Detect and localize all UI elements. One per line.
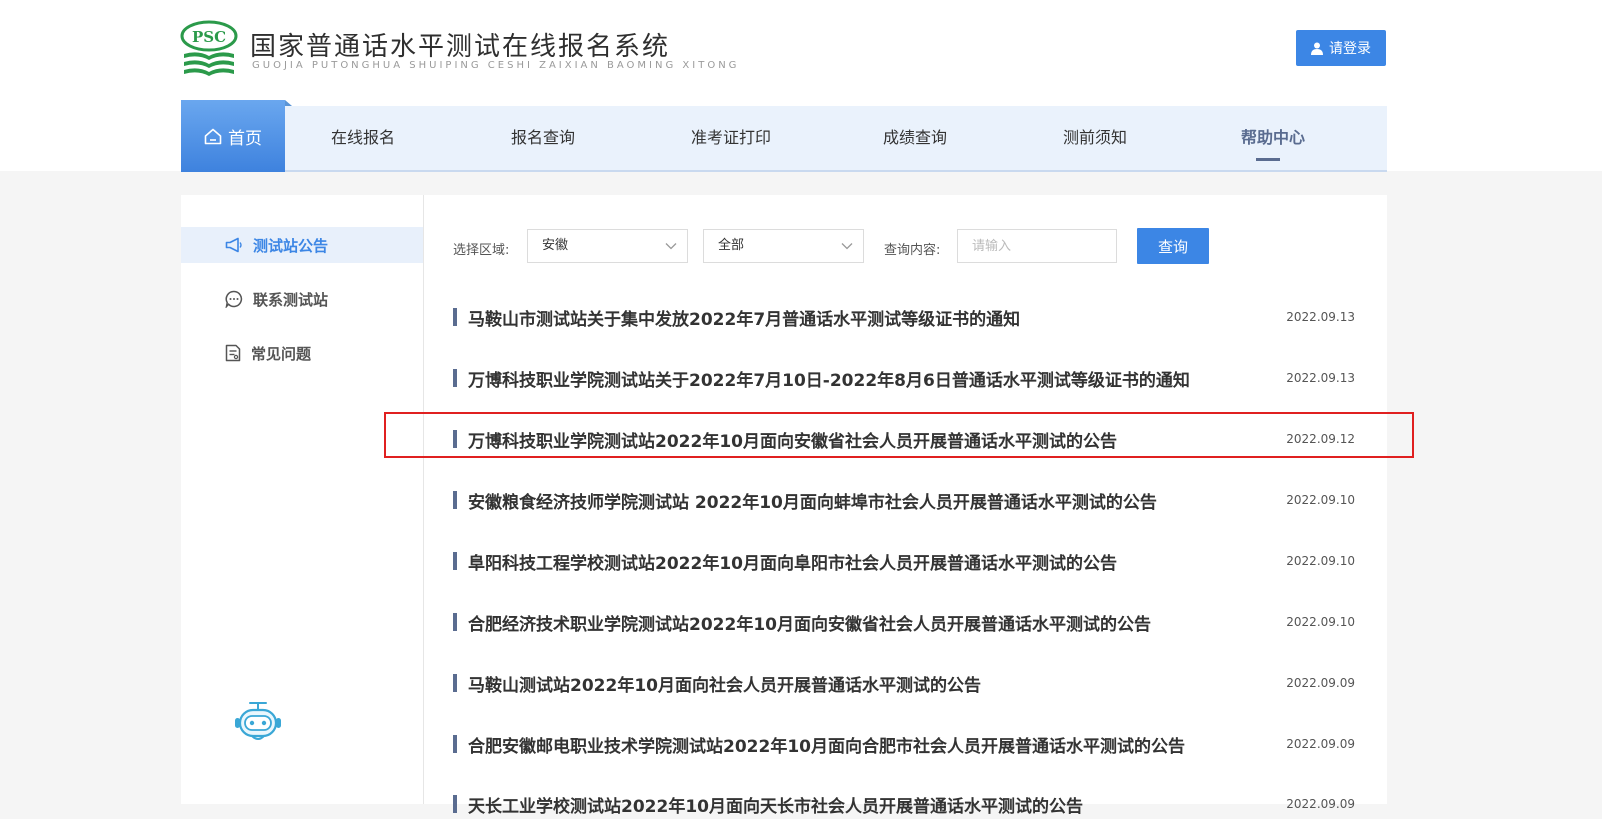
psc-logo-icon: PSC — [180, 20, 238, 76]
notice-date: 2022.09.09 — [1286, 737, 1355, 751]
notice-date: 2022.09.10 — [1286, 493, 1355, 507]
list-item[interactable]: 马鞍山测试站2022年10月面向社会人员开展普通话水平测试的公告 2022.09… — [453, 668, 1355, 698]
list-bullet — [453, 552, 457, 570]
list-bullet — [453, 613, 457, 631]
nav-admission-print[interactable]: 准考证打印 — [691, 106, 771, 170]
list-bullet — [453, 491, 457, 509]
notice-title[interactable]: 万博科技职业学院测试站关于2022年7月10日-2022年8月6日普通话水平测试… — [468, 366, 1275, 391]
notice-title[interactable]: 马鞍山测试站2022年10月面向社会人员开展普通话水平测试的公告 — [468, 671, 1275, 696]
sidebar: 测试站公告 联系测试站 常见问题 — [181, 195, 424, 804]
list-bullet — [453, 369, 457, 387]
megaphone-icon — [225, 237, 242, 253]
scope-select[interactable]: 全部 — [703, 229, 864, 263]
notice-date: 2022.09.13 — [1286, 371, 1355, 385]
home-icon — [204, 128, 222, 144]
notice-title[interactable]: 安徽粮食经济技师学院测试站 2022年10月面向蚌埠市社会人员开展普通话水平测试… — [468, 488, 1275, 513]
notice-date: 2022.09.10 — [1286, 554, 1355, 568]
region-select-value: 安徽 — [542, 238, 569, 253]
notice-date: 2022.09.10 — [1286, 615, 1355, 629]
robot-assistant-icon[interactable] — [232, 700, 284, 744]
notice-title[interactable]: 合肥安徽邮电职业技术学院测试站2022年10月面向合肥市社会人员开展普通话水平测… — [468, 732, 1275, 757]
site-logo[interactable]: PSC 国家普通话水平测试在线报名系统 GUOJIA PUTONGHUA SHU… — [180, 20, 740, 80]
query-label: 查询内容: — [884, 243, 941, 258]
list-item[interactable]: 万博科技职业学院测试站2022年10月面向安徽省社会人员开展普通话水平测试的公告… — [453, 424, 1355, 454]
sidebar-item-label: 联系测试站 — [253, 290, 329, 309]
sidebar-item-contact[interactable]: 联系测试站 — [181, 281, 423, 317]
chevron-down-icon — [841, 243, 853, 250]
nav-home-corner — [285, 100, 292, 106]
sidebar-item-label: 测试站公告 — [253, 236, 329, 255]
region-label: 选择区域: — [453, 243, 510, 258]
search-input[interactable] — [957, 229, 1117, 263]
notice-date: 2022.09.09 — [1286, 797, 1355, 811]
region-select[interactable]: 安徽 — [527, 229, 688, 263]
sidebar-item-label: 常见问题 — [251, 344, 312, 363]
notice-date: 2022.09.12 — [1286, 432, 1355, 446]
site-title: 国家普通话水平测试在线报名系统 — [250, 32, 671, 62]
chat-icon — [225, 290, 243, 308]
list-bullet — [453, 795, 457, 813]
notice-title[interactable]: 万博科技职业学院测试站2022年10月面向安徽省社会人员开展普通话水平测试的公告 — [468, 427, 1275, 452]
nav-online-registration[interactable]: 在线报名 — [331, 106, 395, 170]
list-bullet — [453, 674, 457, 692]
nav-score-query[interactable]: 成绩查询 — [883, 106, 947, 170]
user-icon — [1311, 42, 1323, 55]
sidebar-item-faq[interactable]: 常见问题 — [181, 335, 423, 371]
list-bullet — [453, 430, 457, 448]
document-icon — [225, 344, 241, 362]
nav-registration-query[interactable]: 报名查询 — [511, 106, 575, 170]
notice-title[interactable]: 合肥经济技术职业学院测试站2022年10月面向安徽省社会人员开展普通话水平测试的… — [468, 610, 1275, 635]
list-bullet — [453, 735, 457, 753]
nav-pretest-notes[interactable]: 测前须知 — [1063, 106, 1127, 170]
notice-date: 2022.09.13 — [1286, 310, 1355, 324]
sidebar-item-announcements[interactable]: 测试站公告 — [181, 227, 423, 263]
list-item[interactable]: 马鞍山市测试站关于集中发放2022年7月普通话水平测试等级证书的通知 2022.… — [453, 302, 1355, 332]
notice-title[interactable]: 阜阳科技工程学校测试站2022年10月面向阜阳市社会人员开展普通话水平测试的公告 — [468, 549, 1275, 574]
notice-title[interactable]: 天长工业学校测试站2022年10月面向天长市社会人员开展普通话水平测试的公告 — [468, 792, 1275, 817]
notice-date: 2022.09.09 — [1286, 676, 1355, 690]
scope-select-value: 全部 — [718, 238, 745, 253]
main-nav: 首页 在线报名 报名查询 准考证打印 成绩查询 测前须知 帮助中心 — [181, 100, 1387, 172]
login-button[interactable]: 请登录 — [1296, 30, 1386, 66]
active-tab-indicator — [1256, 158, 1280, 161]
notice-title[interactable]: 马鞍山市测试站关于集中发放2022年7月普通话水平测试等级证书的通知 — [468, 305, 1275, 330]
list-item[interactable]: 合肥安徽邮电职业技术学院测试站2022年10月面向合肥市社会人员开展普通话水平测… — [453, 729, 1355, 759]
list-item[interactable]: 合肥经济技术职业学院测试站2022年10月面向安徽省社会人员开展普通话水平测试的… — [453, 607, 1355, 637]
list-bullet — [453, 308, 457, 326]
list-item[interactable]: 天长工业学校测试站2022年10月面向天长市社会人员开展普通话水平测试的公告 2… — [453, 789, 1355, 819]
list-item[interactable]: 安徽粮食经济技师学院测试站 2022年10月面向蚌埠市社会人员开展普通话水平测试… — [453, 485, 1355, 515]
list-item[interactable]: 阜阳科技工程学校测试站2022年10月面向阜阳市社会人员开展普通话水平测试的公告… — [453, 546, 1355, 576]
query-button[interactable]: 查询 — [1137, 228, 1209, 264]
site-subtitle: GUOJIA PUTONGHUA SHUIPING CESHI ZAIXIAN … — [252, 60, 740, 71]
login-label: 请登录 — [1329, 41, 1371, 57]
logo-badge-text: PSC — [192, 28, 226, 46]
nav-home[interactable]: 首页 — [181, 100, 292, 172]
list-item[interactable]: 万博科技职业学院测试站关于2022年7月10日-2022年8月6日普通话水平测试… — [453, 363, 1355, 393]
chevron-down-icon — [665, 243, 677, 250]
nav-home-label: 首页 — [228, 128, 262, 149]
